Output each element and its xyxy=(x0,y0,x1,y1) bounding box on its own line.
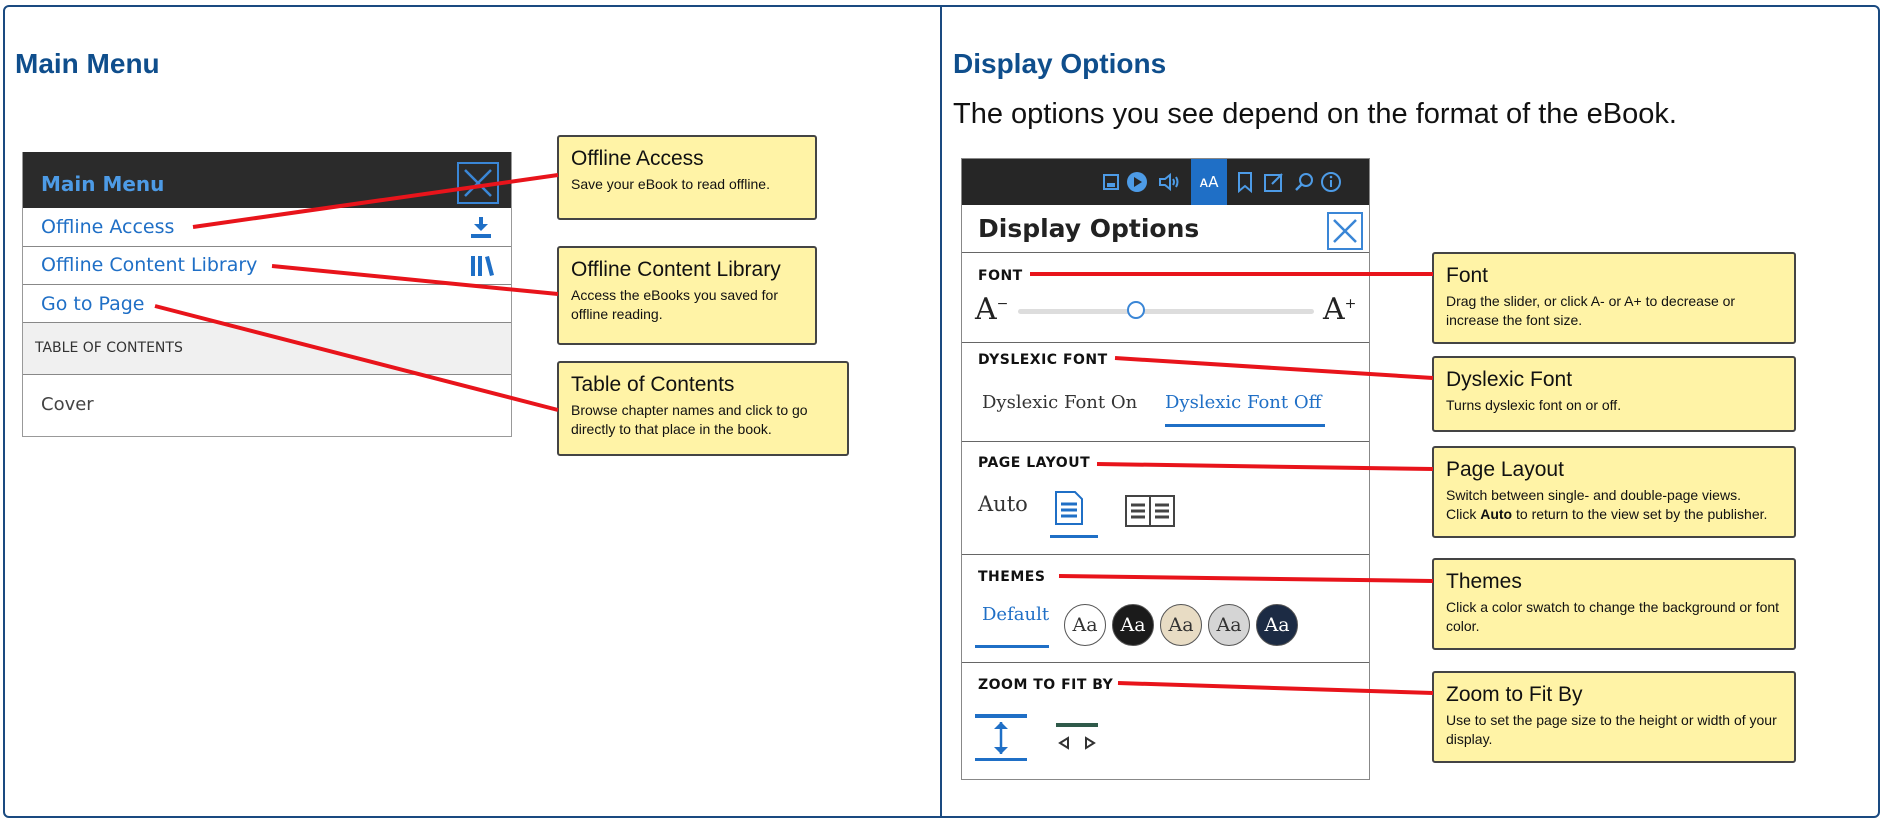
connector-line xyxy=(1058,574,1434,583)
connector-line xyxy=(271,264,559,296)
connector-line xyxy=(1096,462,1434,471)
connector-line xyxy=(1117,681,1434,695)
connector-lines xyxy=(154,173,1434,695)
connector-line xyxy=(154,304,559,412)
connector-line xyxy=(1114,356,1434,380)
connector-line xyxy=(192,173,559,229)
